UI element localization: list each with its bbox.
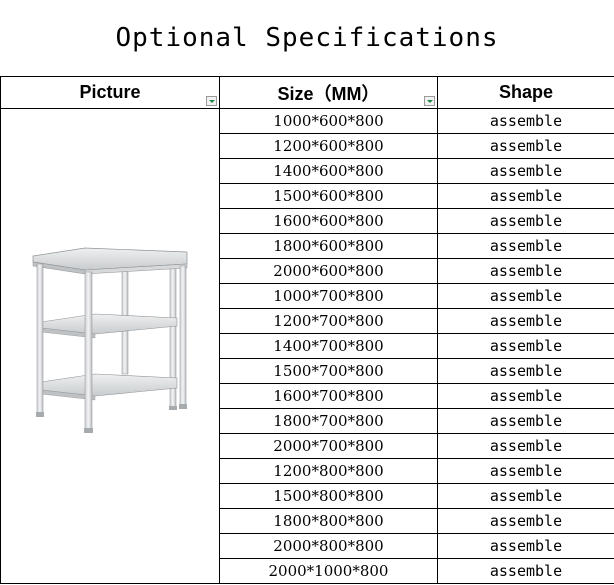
size-cell: 1500*700*800 [219, 358, 438, 384]
filter-dropdown-icon[interactable] [424, 96, 435, 106]
column-header-shape-label: Shape [498, 82, 554, 102]
size-cell: 1200*800*800 [219, 458, 438, 484]
size-cell: 1200*700*800 [219, 308, 438, 334]
shape-cell: assemble [437, 108, 614, 134]
size-cell: 1400*600*800 [219, 158, 438, 184]
shape-cell: assemble [437, 358, 614, 384]
column-header-picture-label: Picture [79, 82, 141, 102]
size-cell: 1000*600*800 [219, 108, 438, 134]
spec-sheet: Optional Specifications Picture Size（MM）… [0, 0, 614, 585]
size-cell: 2000*700*800 [219, 433, 438, 459]
column-header-shape: Shape [437, 76, 614, 109]
size-cell: 2000*800*800 [219, 533, 438, 559]
size-cell: 1400*700*800 [219, 333, 438, 359]
shape-cell: assemble [437, 333, 614, 359]
shape-cell: assemble [437, 408, 614, 434]
size-cell: 1500*800*800 [219, 483, 438, 509]
column-header-size: Size（MM） [219, 76, 438, 109]
shape-cell: assemble [437, 158, 614, 184]
filter-dropdown-icon[interactable] [206, 96, 217, 106]
shape-cell: assemble [437, 258, 614, 284]
shape-cell: assemble [437, 283, 614, 309]
shape-cell: assemble [437, 458, 614, 484]
column-header-picture: Picture [0, 76, 220, 109]
shape-cell: assemble [437, 233, 614, 259]
size-cell: 1800*600*800 [219, 233, 438, 259]
table-row: 1000*600*800 assemble [0, 108, 614, 584]
size-cell: 1200*600*800 [219, 133, 438, 159]
spec-table: Picture Size（MM） Shape 1000*600*800 asse… [0, 76, 614, 584]
size-cell: 1600*700*800 [219, 383, 438, 409]
shape-cell: assemble [437, 383, 614, 409]
column-header-size-label: Size（MM） [277, 83, 380, 104]
shape-cell: assemble [437, 433, 614, 459]
size-cell: 1500*600*800 [219, 183, 438, 209]
size-cell: 1800*800*800 [219, 508, 438, 534]
size-cell: 1000*700*800 [219, 283, 438, 309]
size-cell: 1800*700*800 [219, 408, 438, 434]
shape-cell: assemble [437, 133, 614, 159]
page-title: Optional Specifications [115, 23, 499, 53]
size-cell: 2000*600*800 [219, 258, 438, 284]
size-cell: 1600*600*800 [219, 208, 438, 234]
shape-cell: assemble [437, 483, 614, 509]
stainless-steel-table-icon [1, 244, 219, 449]
size-cell: 2000*1000*800 [219, 558, 438, 584]
table-header-row: Picture Size（MM） Shape [0, 76, 614, 109]
product-picture-cell [0, 108, 220, 584]
shape-cell: assemble [437, 558, 614, 584]
shape-cell: assemble [437, 308, 614, 334]
shape-cell: assemble [437, 508, 614, 534]
shape-cell: assemble [437, 183, 614, 209]
shape-cell: assemble [437, 533, 614, 559]
shape-cell: assemble [437, 208, 614, 234]
